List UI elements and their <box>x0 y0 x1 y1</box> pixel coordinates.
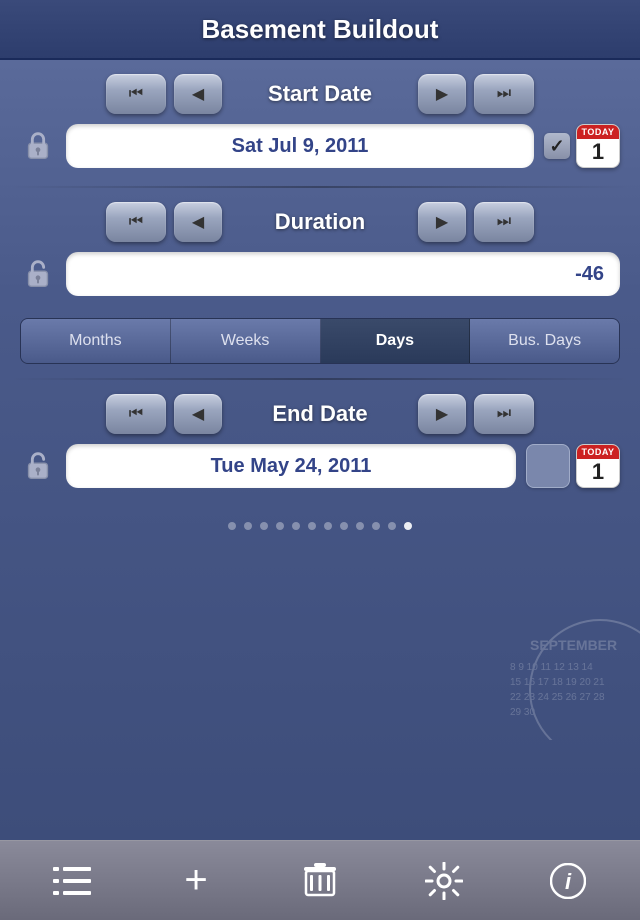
duration-forward-button[interactable]: ⏭ <box>474 202 534 242</box>
duration-prev-button[interactable]: ◀ <box>174 202 222 242</box>
start-date-prev-button[interactable]: ◀ <box>174 74 222 114</box>
dot-6 <box>308 522 316 530</box>
toolbar: + i <box>0 840 640 920</box>
dot-4 <box>276 522 284 530</box>
unit-days-button[interactable]: Days <box>321 319 471 363</box>
start-date-forward-button[interactable]: ⏭ <box>474 74 534 114</box>
end-date-section: ⏮ ◀ End Date ▶ ⏭ Tue May 24, 2011 <box>0 380 640 506</box>
main-content: ⏮ ◀ Start Date ▶ ⏭ Sat Jul 9, 2011 <box>0 60 640 840</box>
unit-busdays-button[interactable]: Bus. Days <box>470 319 619 363</box>
dot-2 <box>244 522 252 530</box>
end-date-forward-button[interactable]: ⏭ <box>474 394 534 434</box>
end-date-nav-row: ⏮ ◀ End Date ▶ ⏭ <box>20 394 620 434</box>
duration-lock-icon <box>20 256 56 292</box>
page-title: Basement Buildout <box>202 14 439 45</box>
add-button[interactable]: + <box>166 851 226 911</box>
dot-8 <box>340 522 348 530</box>
svg-text:8 9 10 11 12 13 14: 8 9 10 11 12 13 14 <box>510 662 593 673</box>
svg-text:i: i <box>565 869 572 894</box>
start-date-next-button[interactable]: ▶ <box>418 74 466 114</box>
svg-text:SEPTEMBER: SEPTEMBER <box>530 637 617 653</box>
start-date-lock-icon <box>20 128 56 164</box>
calendar-watermark: SEPTEMBER 8 9 10 11 12 13 14 15 16 17 18… <box>480 610 640 740</box>
duration-next-button[interactable]: ▶ <box>418 202 466 242</box>
duration-input-row: -46 <box>20 252 620 296</box>
start-date-nav-row: ⏮ ◀ Start Date ▶ ⏭ <box>20 74 620 114</box>
start-date-rewind-button[interactable]: ⏮ <box>106 74 166 114</box>
start-date-section: ⏮ ◀ Start Date ▶ ⏭ Sat Jul 9, 2011 <box>0 60 640 186</box>
svg-text:29 30: 29 30 <box>510 707 535 718</box>
page-dots <box>0 506 640 546</box>
dot-1 <box>228 522 236 530</box>
svg-text:22 23 24 25 26 27 28: 22 23 24 25 26 27 28 <box>510 692 605 703</box>
end-date-toggle[interactable] <box>526 444 570 488</box>
end-date-rewind-button[interactable]: ⏮ <box>106 394 166 434</box>
unit-toggle[interactable]: Months Weeks Days Bus. Days <box>20 318 620 364</box>
dot-5 <box>292 522 300 530</box>
dot-12 <box>404 522 412 530</box>
delete-button[interactable] <box>290 851 350 911</box>
start-date-checkbox[interactable]: ✓ <box>544 133 570 159</box>
unit-months-button[interactable]: Months <box>21 319 171 363</box>
start-date-label: Start Date <box>230 81 410 107</box>
dot-3 <box>260 522 268 530</box>
duration-section: ⏮ ◀ Duration ▶ ⏭ -46 <box>0 188 640 314</box>
svg-text:15 16 17 18 19 20 21: 15 16 17 18 19 20 21 <box>510 677 605 688</box>
duration-rewind-button[interactable]: ⏮ <box>106 202 166 242</box>
end-date-next-button[interactable]: ▶ <box>418 394 466 434</box>
unit-weeks-button[interactable]: Weeks <box>171 319 321 363</box>
duration-label: Duration <box>230 209 410 235</box>
duration-input[interactable]: -46 <box>66 252 620 296</box>
end-date-today-button[interactable]: TODAY 1 <box>576 444 620 488</box>
start-date-today-button[interactable]: TODAY 1 <box>576 124 620 168</box>
dot-9 <box>356 522 364 530</box>
end-date-prev-button[interactable]: ◀ <box>174 394 222 434</box>
list-button[interactable] <box>42 851 102 911</box>
start-date-input-row: Sat Jul 9, 2011 ✓ TODAY 1 <box>20 124 620 168</box>
dot-11 <box>388 522 396 530</box>
end-date-actions: TODAY 1 <box>526 444 620 488</box>
dot-7 <box>324 522 332 530</box>
header: Basement Buildout <box>0 0 640 60</box>
settings-button[interactable] <box>414 851 474 911</box>
start-date-actions: ✓ TODAY 1 <box>544 124 620 168</box>
end-date-lock-icon <box>20 448 56 484</box>
end-date-input[interactable]: Tue May 24, 2011 <box>66 444 516 488</box>
end-date-label: End Date <box>230 401 410 427</box>
end-date-input-row: Tue May 24, 2011 TODAY 1 <box>20 444 620 488</box>
info-button[interactable]: i <box>538 851 598 911</box>
duration-nav-row: ⏮ ◀ Duration ▶ ⏭ <box>20 202 620 242</box>
start-date-input[interactable]: Sat Jul 9, 2011 <box>66 124 534 168</box>
dot-10 <box>372 522 380 530</box>
